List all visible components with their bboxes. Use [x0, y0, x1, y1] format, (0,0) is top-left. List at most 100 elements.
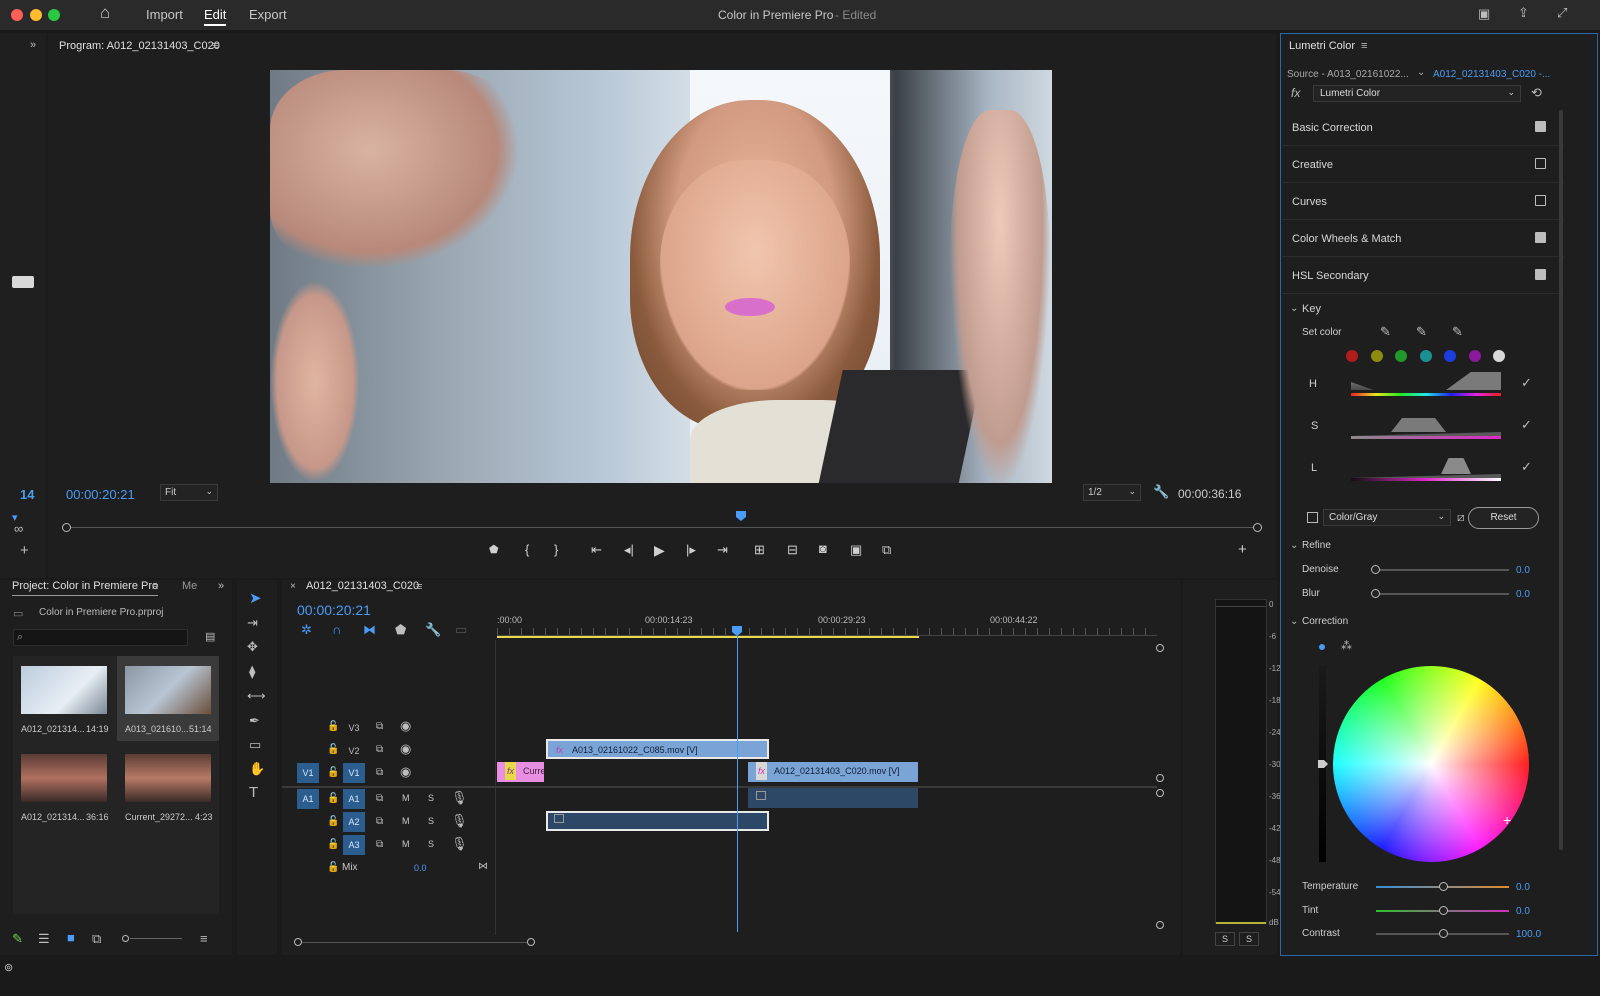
toggle-proxies-icon[interactable]: ⧉	[882, 542, 891, 558]
timeline-settings-icon[interactable]: 🔧	[425, 623, 441, 637]
linked-selection-icon[interactable]: ⧓	[363, 623, 376, 637]
denoise-knob[interactable]	[1371, 565, 1380, 574]
hsl-secondary-checkbox[interactable]	[1535, 269, 1546, 280]
target-clip-label[interactable]: A012_02131403_C020 -...	[1433, 69, 1550, 80]
color-swatch-gray[interactable]	[1493, 350, 1505, 362]
program-monitor-title[interactable]: Program: A012_02131403_C020	[59, 40, 220, 52]
project-tab[interactable]: Project: Color in Premiere Pro	[12, 580, 159, 596]
refine-section-label[interactable]: Refine	[1302, 540, 1331, 551]
hand-tool-icon[interactable]: ✋	[249, 762, 265, 776]
panel-menu-icon[interactable]: ≡	[1361, 39, 1367, 53]
creative-checkbox[interactable]	[1535, 158, 1546, 169]
comparison-view-icon[interactable]: ▣	[850, 542, 862, 558]
hue-enabled-check-icon[interactable]: ✓	[1521, 376, 1532, 390]
track-v2[interactable]: V2	[343, 741, 365, 761]
close-window-button[interactable]	[11, 9, 23, 21]
fullscreen-icon[interactable]: ⤢	[1557, 6, 1567, 20]
video-audio-divider[interactable]	[282, 786, 1157, 788]
zoom-slider-knob[interactable]	[122, 935, 129, 942]
temperature-value[interactable]: 0.0	[1516, 882, 1530, 893]
clip-v1-current[interactable]: fx Curre	[497, 762, 544, 782]
project-search-input[interactable]: ⌕	[13, 629, 188, 646]
sync-lock-icon[interactable]: ⧉	[376, 838, 383, 852]
type-tool-icon[interactable]: T	[249, 785, 258, 800]
eyedropper-icon[interactable]: ✎	[1380, 325, 1391, 339]
h-scroll-end[interactable]	[527, 938, 535, 946]
sort-icon[interactable]: ≡	[200, 932, 208, 946]
pencil-icon[interactable]: ✎	[12, 932, 23, 946]
solo-right-button[interactable]: S	[1239, 932, 1259, 946]
mark-in-icon[interactable]: {	[525, 542, 529, 557]
play-icon[interactable]: ▶	[654, 542, 665, 559]
add-marker-icon[interactable]: ⬟	[395, 623, 406, 637]
microphone-icon[interactable]: 🎙	[451, 837, 468, 851]
track-a3[interactable]: A3	[343, 835, 365, 855]
source-patch-a1[interactable]: A1	[297, 789, 319, 809]
color-swatch-yellow[interactable]	[1371, 350, 1383, 362]
lock-icon[interactable]: 🔓	[327, 720, 339, 734]
luminance-enabled-check-icon[interactable]: ✓	[1521, 460, 1532, 474]
contrast-value[interactable]: 100.0	[1516, 929, 1541, 940]
color-wheel[interactable]	[1333, 666, 1529, 862]
track-a1[interactable]: A1	[343, 789, 365, 809]
color-swatch-cyan[interactable]	[1420, 350, 1432, 362]
eyedropper-subtract-icon[interactable]: ✎	[1452, 325, 1463, 339]
add-marker-icon[interactable]: ⬟	[489, 543, 499, 556]
freeform-view-icon[interactable]: ⧉	[92, 932, 101, 946]
eye-icon[interactable]: ◉	[400, 719, 411, 733]
chevron-down-icon[interactable]: ⌄	[1290, 615, 1298, 629]
blur-value[interactable]: 0.0	[1516, 589, 1530, 600]
effect-dropdown[interactable]: Lumetri Color ⌄	[1313, 85, 1521, 102]
key-section-label[interactable]: Key	[1302, 303, 1321, 315]
monitor-playhead[interactable]	[736, 511, 746, 521]
lumetri-title[interactable]: Lumetri Color	[1289, 40, 1355, 52]
expand-panels-icon[interactable]: »	[30, 38, 36, 52]
curves-checkbox[interactable]	[1535, 195, 1546, 206]
blur-slider[interactable]	[1379, 593, 1509, 595]
color-swatch-blue[interactable]	[1444, 350, 1456, 362]
sync-lock-icon[interactable]: ⧉	[376, 743, 383, 757]
mark-out-icon[interactable]: }	[554, 542, 558, 557]
track-select-tool-icon[interactable]: ⇥	[247, 616, 258, 630]
razor-tool-icon[interactable]: ⧫	[249, 665, 255, 679]
clip-a2[interactable]	[546, 811, 769, 831]
program-timecode[interactable]: 00:00:20:21	[66, 487, 135, 502]
section-curves[interactable]: Curves	[1282, 183, 1564, 220]
temperature-knob[interactable]	[1439, 882, 1448, 891]
icon-view-icon[interactable]: ■	[67, 931, 75, 945]
extract-icon[interactable]: ⊟	[787, 542, 798, 558]
saturation-range-control[interactable]	[1351, 412, 1501, 439]
microphone-icon[interactable]: 🎙	[451, 814, 468, 828]
section-color-wheels[interactable]: Color Wheels & Match	[1282, 220, 1564, 257]
color-swatch-green[interactable]	[1395, 350, 1407, 362]
go-to-out-icon[interactable]: ⇥	[717, 542, 728, 558]
sequence-tab[interactable]: A012_02131403_C020	[306, 580, 419, 592]
lock-icon[interactable]: 🔓	[327, 838, 339, 852]
nest-icon[interactable]: ✲	[301, 623, 312, 637]
basic-correction-checkbox[interactable]	[1535, 121, 1546, 132]
clip-a1[interactable]	[748, 788, 918, 808]
menu-edit[interactable]: Edit	[204, 7, 227, 26]
saturation-enabled-check-icon[interactable]: ✓	[1521, 418, 1532, 432]
thumbnail[interactable]	[21, 666, 107, 714]
new-search-bin-icon[interactable]: ▤	[205, 630, 215, 644]
mute-button[interactable]: M	[402, 839, 410, 849]
panel-menu-icon[interactable]: ≡	[152, 580, 158, 594]
lock-icon[interactable]: 🔓	[327, 743, 339, 757]
invert-mask-icon[interactable]: ⧄	[1457, 510, 1465, 524]
reset-effect-icon[interactable]: ⟲	[1531, 86, 1542, 100]
eye-icon[interactable]: ◉	[400, 742, 411, 756]
clip-v1-main[interactable]: fx A012_02131403_C020.mov [V]	[748, 762, 918, 782]
section-hsl-secondary[interactable]: HSL Secondary	[1282, 257, 1564, 294]
rectangle-tool-icon[interactable]: ▭	[249, 738, 261, 752]
sync-lock-icon[interactable]: ⧉	[376, 720, 383, 734]
mix-chevron-icon[interactable]: ⋈	[478, 860, 488, 874]
contrast-knob[interactable]	[1439, 929, 1448, 938]
color-swatch-red[interactable]	[1346, 350, 1358, 362]
close-sequence-icon[interactable]: ×	[290, 580, 296, 594]
minimize-window-button[interactable]	[30, 9, 42, 21]
add-button-icon[interactable]: +	[20, 543, 29, 558]
single-wheel-mode-icon[interactable]	[1319, 644, 1325, 650]
eyedropper-add-icon[interactable]: ✎	[1416, 325, 1427, 339]
lock-icon[interactable]: 🔓	[327, 792, 339, 806]
